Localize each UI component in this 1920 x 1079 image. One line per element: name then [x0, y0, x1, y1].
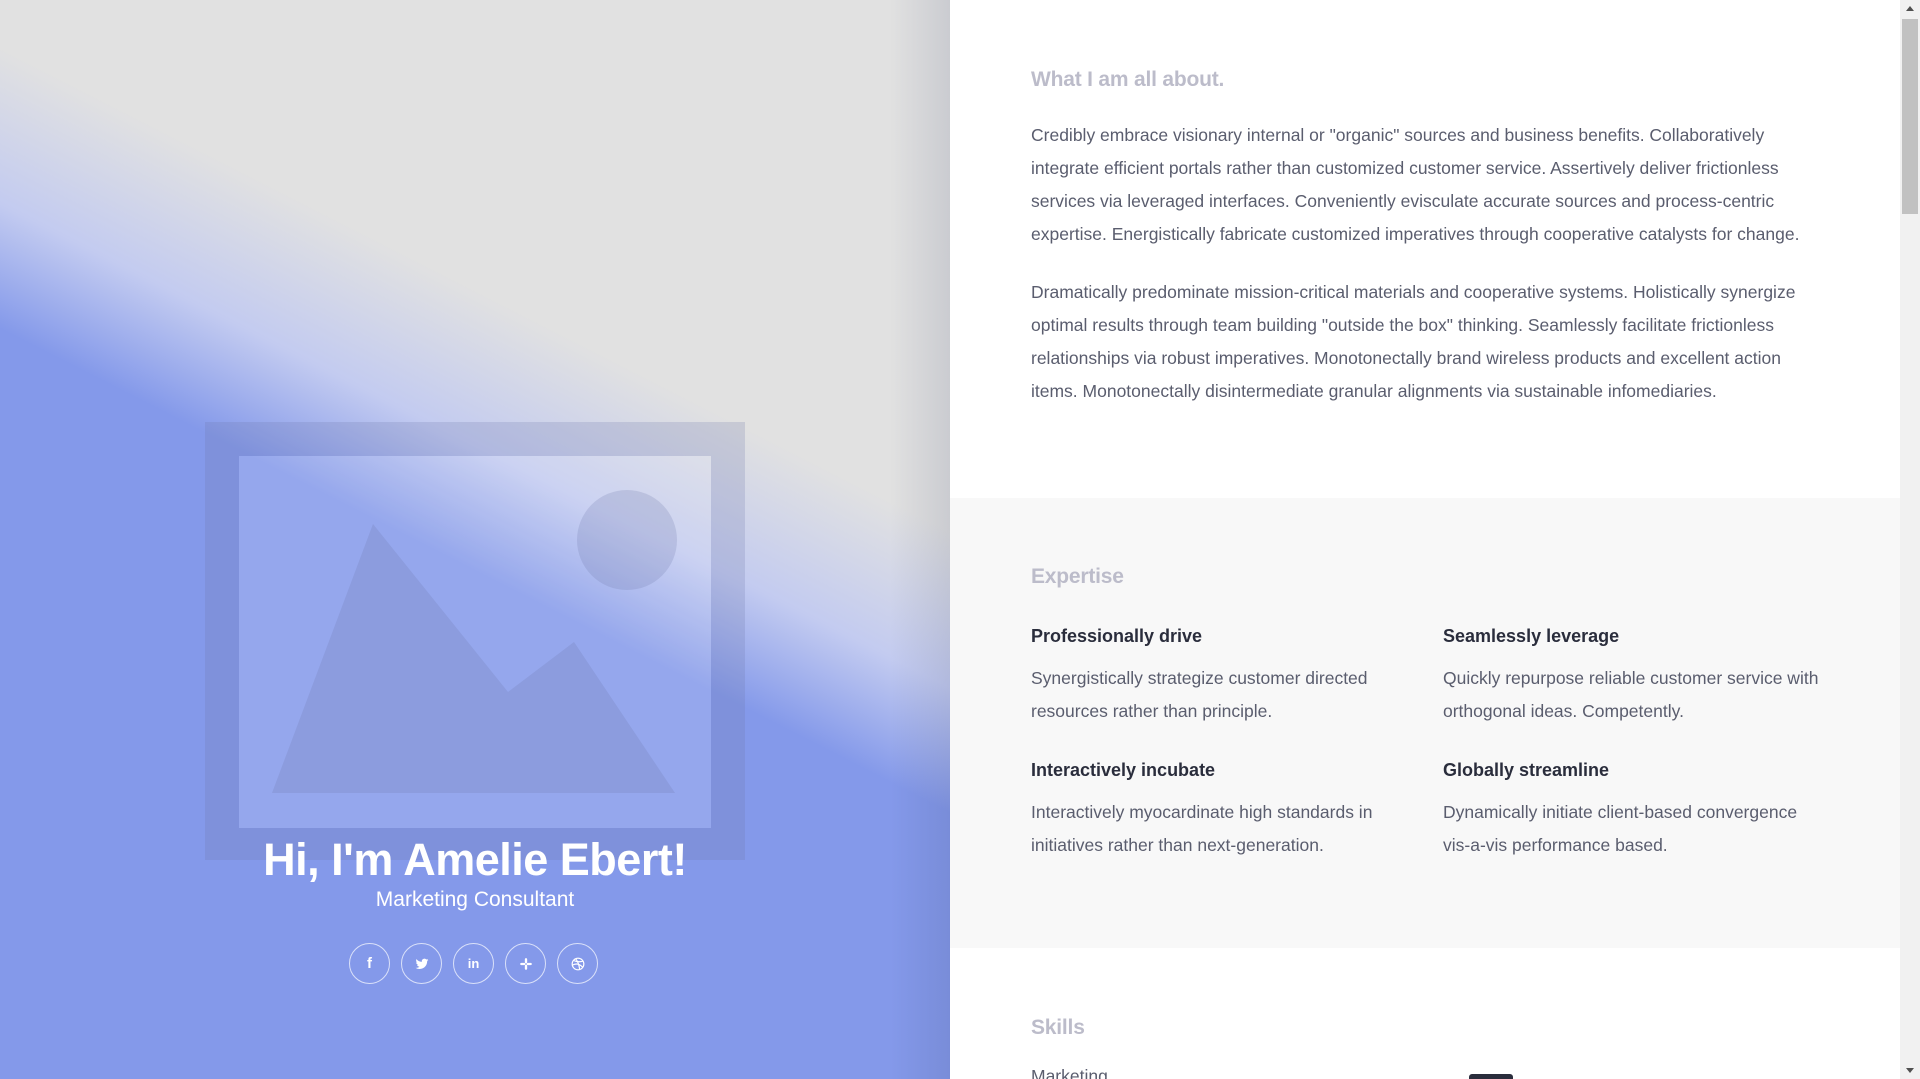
arrow-up-icon — [1906, 6, 1914, 11]
twitter-button[interactable] — [401, 943, 442, 984]
about-paragraph: Credibly embrace visionary internal or "… — [1031, 125, 1800, 244]
expertise-heading: Globally streamline — [1443, 760, 1610, 780]
hero-role: Marketing Consultant — [375, 888, 575, 911]
scroll-thumb[interactable] — [1902, 19, 1918, 214]
skill-label: Marketing — [1031, 1066, 1108, 1079]
expertise-item: Professionally drive Synergistically str… — [1031, 623, 1411, 728]
hero-edge-shadow — [890, 0, 950, 1079]
skills-section — [950, 948, 1900, 1079]
linkedin-button[interactable]: in — [453, 943, 494, 984]
hero-panel: Hi, I'm Amelie Ebert! Marketing Consulta… — [0, 0, 950, 1079]
arrow-down-icon — [1906, 1068, 1914, 1073]
expertise-text: Quickly repurpose reliable customer serv… — [1443, 668, 1819, 721]
expertise-title: Expertise — [1031, 565, 1124, 588]
expertise-item: Interactively incubate Interactively myo… — [1031, 757, 1411, 862]
page-scrollbar[interactable] — [1900, 0, 1920, 1079]
linkedin-icon: in — [467, 956, 480, 971]
expertise-text: Interactively myocardinate high standard… — [1031, 802, 1373, 855]
expertise-text: Dynamically initiate client-based conver… — [1443, 802, 1798, 855]
skill-level-badge — [1469, 1074, 1513, 1079]
expertise-text: Synergistically strategize customer dire… — [1031, 668, 1368, 721]
expertise-heading: Professionally drive — [1031, 626, 1203, 646]
image-placeholder-icon — [205, 422, 745, 860]
skills-title: Skills — [1031, 1016, 1085, 1039]
content-panel: What I am all about. Credibly embrace vi… — [950, 0, 1900, 1079]
scroll-up-button[interactable] — [1900, 0, 1920, 17]
dribbble-icon — [571, 957, 585, 971]
dribbble-button[interactable] — [557, 943, 598, 984]
slack-button[interactable] — [505, 943, 546, 984]
expertise-item: Globally streamline Dynamically initiate… — [1443, 757, 1823, 862]
expertise-item: Seamlessly leverage Quickly repurpose re… — [1443, 623, 1823, 728]
facebook-icon: f — [367, 955, 372, 972]
scroll-down-button[interactable] — [1900, 1062, 1920, 1079]
twitter-icon — [415, 957, 429, 971]
about-paragraph: Dramatically predominate mission-critica… — [1031, 282, 1796, 401]
hero-name: Hi, I'm Amelie Ebert! — [263, 834, 687, 885]
social-links: f in — [349, 943, 598, 984]
expertise-heading: Interactively incubate — [1031, 760, 1216, 780]
about-title: What I am all about. — [1031, 68, 1225, 91]
expertise-heading: Seamlessly leverage — [1443, 626, 1620, 646]
facebook-button[interactable]: f — [349, 943, 390, 984]
slack-icon — [519, 957, 533, 971]
